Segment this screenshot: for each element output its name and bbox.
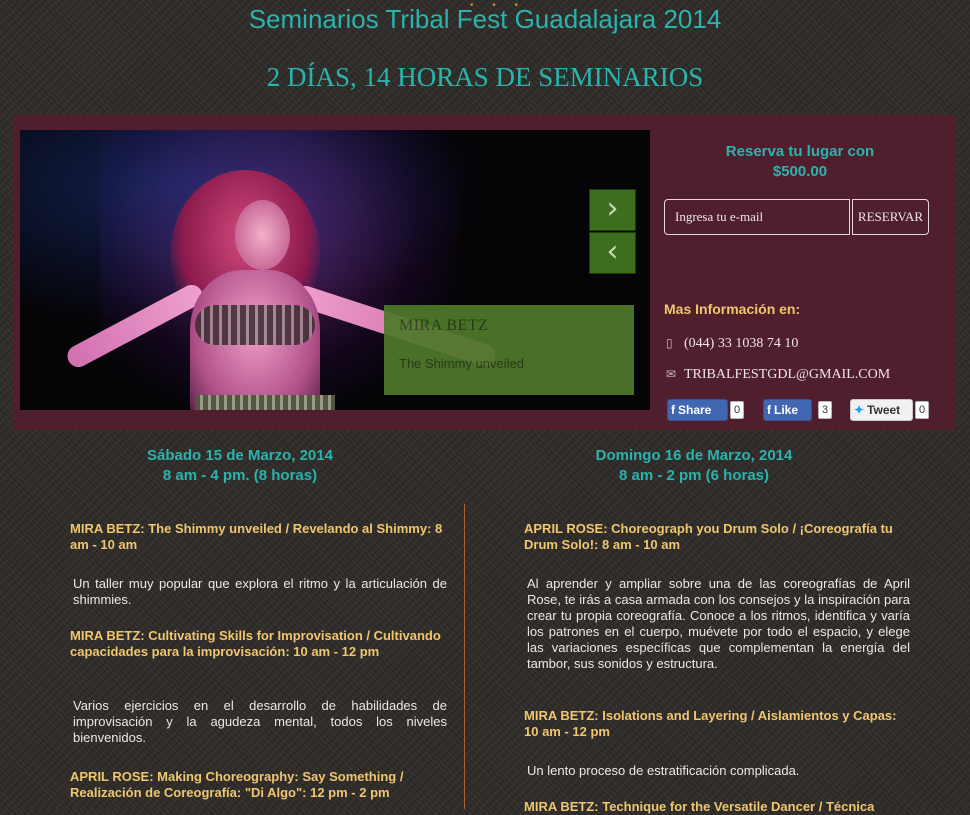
share-count: 0 xyxy=(730,401,744,419)
session-description: Un taller muy popular que explora el rit… xyxy=(73,576,447,607)
chevron-right-icon: › xyxy=(606,191,619,226)
caption-talk: The Shimmy unveiled xyxy=(399,356,524,371)
reserve-button[interactable]: RESERVAR xyxy=(852,199,929,235)
day-1-hours: 8 am - 4 pm. (8 horas) xyxy=(162,467,318,484)
slide-caption: MIRA BETZ The Shimmy unveiled xyxy=(384,305,634,395)
contact-email[interactable]: ✉ TRIBALFESTGDL@GMAIL.COM xyxy=(666,367,890,383)
session-description: Un lento proceso de estratificación comp… xyxy=(527,763,800,778)
like-count: 3 xyxy=(818,401,832,419)
session-title: MIRA BETZ: The Shimmy unveiled / Revelan… xyxy=(70,521,443,552)
day-2-date: Domingo 16 de Marzo, 2014 xyxy=(595,447,793,464)
slider-next-button[interactable]: › xyxy=(589,189,636,231)
day-2-hours: 8 am - 2 pm (6 horas) xyxy=(618,467,770,484)
page-subtitle: 2 DÍAS, 14 HORAS DE SEMINARIOS xyxy=(266,62,704,92)
reserve-line-1: Reserva tu lugar con xyxy=(725,143,875,160)
phone-number: (044) 33 1038 74 10 xyxy=(684,336,799,351)
session-title: MIRA BETZ: Cultivating Skills for Improv… xyxy=(70,628,441,659)
caption-name: MIRA BETZ xyxy=(399,317,489,334)
twitter-bird-icon: ✦ xyxy=(854,403,865,417)
session-title: APRIL ROSE: Making Choreography: Say Som… xyxy=(70,769,404,800)
session-title: APRIL ROSE: Choreograph you Drum Solo / … xyxy=(524,521,893,552)
phone-icon: ▯ xyxy=(666,336,673,350)
tweet-count: 0 xyxy=(915,401,929,419)
chevron-left-icon: ‹ xyxy=(606,234,619,269)
facebook-share-button[interactable]: f Share xyxy=(667,399,728,421)
page-title: Seminarios Tribal Fest Guadalajara 2014 xyxy=(248,4,722,34)
slider-prev-button[interactable]: ‹ xyxy=(589,232,636,274)
tweet-button[interactable]: ✦ Tweet xyxy=(850,399,913,421)
more-info-heading: Mas Información en: xyxy=(664,301,801,317)
reserve-text: Reserva tu lugar con $500.00 xyxy=(664,142,936,182)
reserve-price: $500.00 xyxy=(772,163,828,180)
facebook-icon: f xyxy=(767,403,771,417)
session-title: MIRA BETZ: Technique for the Versatile D… xyxy=(524,799,875,814)
day-1-header: Sábado 15 de Marzo, 2014 8 am - 4 pm. (8… xyxy=(20,446,460,486)
facebook-like-button[interactable]: f Like xyxy=(763,399,812,421)
column-divider xyxy=(464,504,465,809)
facebook-icon: f xyxy=(671,403,675,417)
session-description: Al aprender y ampliar sobre una de las c… xyxy=(527,576,910,671)
email-input[interactable] xyxy=(664,199,850,235)
session-description: Varios ejercicios en el desarrollo de ha… xyxy=(73,698,447,745)
day-1-date: Sábado 15 de Marzo, 2014 xyxy=(147,447,333,464)
email-address[interactable]: TRIBALFESTGDL@GMAIL.COM xyxy=(684,367,890,382)
contact-phone: ▯ (044) 33 1038 74 10 xyxy=(666,336,798,352)
envelope-icon: ✉ xyxy=(666,367,677,381)
day-2-header: Domingo 16 de Marzo, 2014 8 am - 2 pm (6… xyxy=(474,446,914,486)
session-title: MIRA BETZ: Isolations and Layering / Ais… xyxy=(524,708,897,739)
